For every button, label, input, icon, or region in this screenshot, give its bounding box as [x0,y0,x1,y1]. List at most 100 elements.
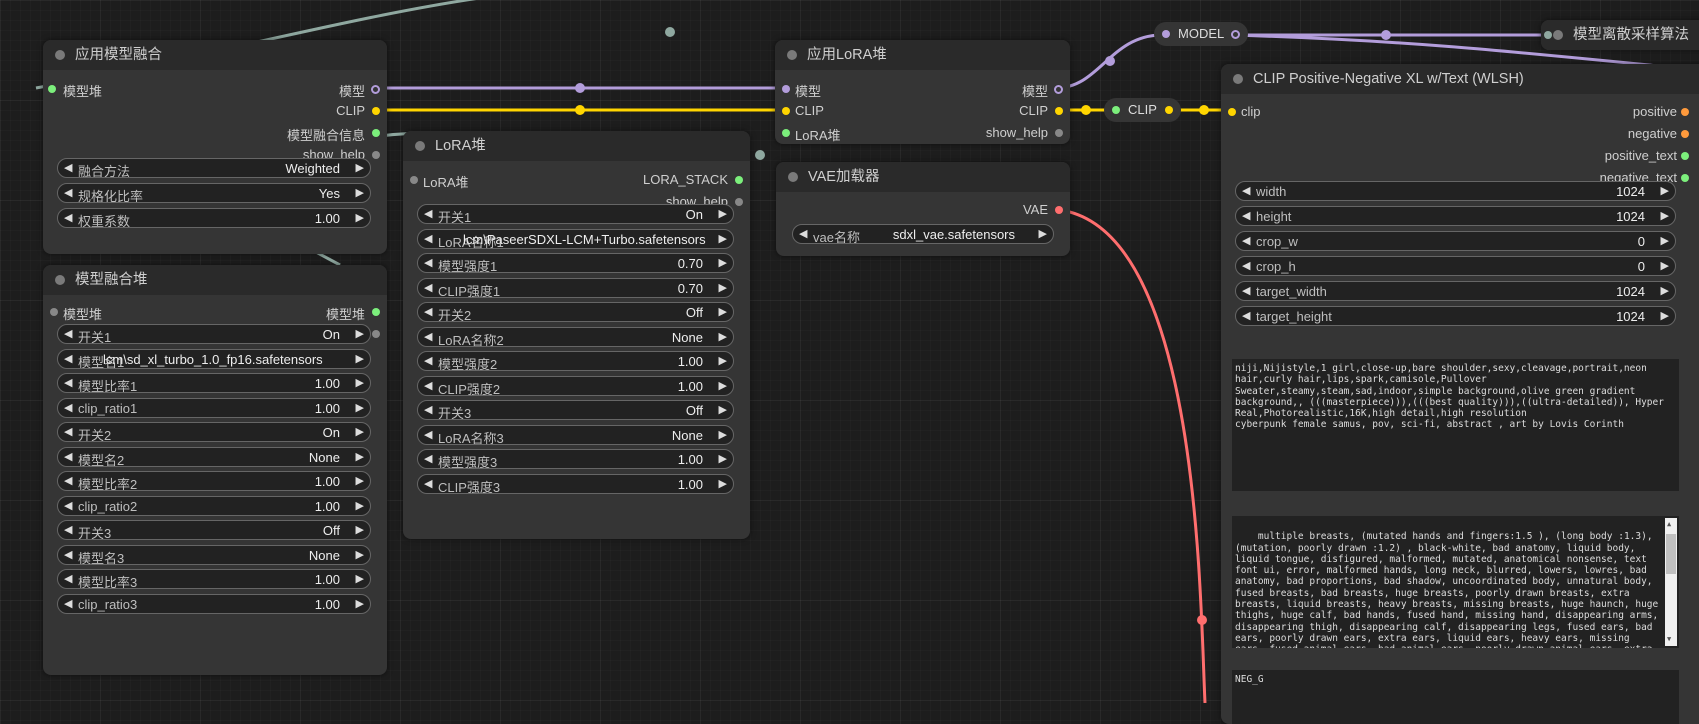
input-slot-clip[interactable] [1228,108,1236,116]
node-title-bar[interactable]: 应用模型融合 [43,40,387,70]
right-arrow-icon[interactable]: ▶ [356,425,364,438]
widget-row[interactable]: ◀ target_height 1024 ▶ [1235,306,1676,326]
widget-row[interactable]: ◀ crop_w 0 ▶ [1235,231,1676,251]
right-arrow-icon[interactable]: ▶ [719,330,727,343]
widget-row[interactable]: ◀ height 1024 ▶ [1235,206,1676,226]
node-vae-loader[interactable]: VAE加载器 VAE ◀ vae名称 sdxl_vae.safetensors … [776,162,1070,256]
output-slot-show-help[interactable] [372,330,380,338]
left-arrow-icon[interactable]: ◀ [1242,184,1250,197]
right-arrow-icon[interactable]: ▶ [719,354,727,367]
output-slot-show-help[interactable] [735,198,743,206]
right-arrow-icon[interactable]: ▶ [719,452,727,465]
right-arrow-icon[interactable]: ▶ [356,523,364,536]
widget-row[interactable]: ◀ 模型强度1 0.70 ▶ [417,253,734,273]
left-arrow-icon[interactable]: ◀ [64,523,72,536]
input-slot-lora-stack[interactable] [410,176,418,184]
reroute-output-slot[interactable] [1164,106,1173,114]
right-arrow-icon[interactable]: ▶ [356,352,364,365]
collapse-dot-icon[interactable] [55,275,65,285]
left-arrow-icon[interactable]: ◀ [64,450,72,463]
left-arrow-icon[interactable]: ◀ [424,354,432,367]
right-arrow-icon[interactable]: ▶ [1661,259,1669,272]
node-clip-pos-neg[interactable]: CLIP Positive-Negative XL w/Text (WLSH) … [1221,64,1699,724]
input-slot-model[interactable] [782,85,790,93]
right-arrow-icon[interactable]: ▶ [1661,209,1669,222]
right-arrow-icon[interactable]: ▶ [356,186,364,199]
widget-row[interactable]: ◀ CLIP强度1 0.70 ▶ [417,277,734,298]
reroute-output-slot[interactable] [1231,30,1241,39]
node-title-bar[interactable]: 模型离散采样算法 [1541,20,1699,50]
left-arrow-icon[interactable]: ◀ [424,330,432,343]
node-title-bar[interactable]: LoRA堆 [403,131,750,161]
scrollbar-thumb[interactable] [1666,534,1676,574]
left-arrow-icon[interactable]: ◀ [424,403,432,416]
left-arrow-icon[interactable]: ◀ [1242,234,1250,247]
node-sampler[interactable]: 模型离散采样算法 [1541,20,1699,50]
left-arrow-icon[interactable]: ◀ [424,232,432,245]
left-arrow-icon[interactable]: ◀ [799,227,807,240]
collapse-dot-icon[interactable] [1233,74,1243,84]
input-slot-clip[interactable] [782,107,790,115]
right-arrow-icon[interactable]: ▶ [356,572,364,585]
right-arrow-icon[interactable]: ▶ [719,305,727,318]
node-title-bar[interactable]: VAE加载器 [776,162,1070,192]
right-arrow-icon[interactable]: ▶ [719,281,727,294]
reroute-model[interactable]: MODEL [1154,22,1249,46]
reroute-input-slot[interactable] [1112,106,1120,114]
left-arrow-icon[interactable]: ◀ [424,256,432,269]
widget-row[interactable]: ◀ LoRA名称1 lcm\PaseerSDXL-LCM+Turbo.safeten… [417,228,734,249]
widget-row[interactable]: ◀ 模型比率2 1.00 ▶ [57,471,371,491]
left-arrow-icon[interactable]: ◀ [424,281,432,294]
input-slot-model-stack[interactable] [48,85,56,93]
left-arrow-icon[interactable]: ◀ [64,352,72,365]
combo-normalize-ratio[interactable]: ◀ 规格化比率 Yes ▶ [57,183,371,203]
left-arrow-icon[interactable]: ◀ [1242,284,1250,297]
collapse-dot-icon[interactable] [788,172,798,182]
right-arrow-icon[interactable]: ▶ [356,161,364,174]
left-arrow-icon[interactable]: ◀ [1242,309,1250,322]
left-arrow-icon[interactable]: ◀ [64,186,72,199]
widget-row[interactable]: ◀ 模型比率1 1.00 ▶ [57,373,371,393]
output-slot-negative[interactable] [1681,130,1689,138]
widget-row[interactable]: ◀ CLIP强度2 1.00 ▶ [417,375,734,396]
right-arrow-icon[interactable]: ▶ [719,232,727,245]
widget-row[interactable]: ◀ 开关2 On ▶ [57,422,371,442]
left-arrow-icon[interactable]: ◀ [64,425,72,438]
widget-row[interactable]: ◀ 开关3 Off ▶ [417,400,734,420]
widget-row[interactable]: ◀ width 1024 ▶ [1235,181,1676,201]
left-arrow-icon[interactable]: ◀ [64,401,72,414]
node-lora-stack[interactable]: LoRA堆 LoRA堆 LORA_STACK show_help ◀ 开关1 On ▶… [403,131,750,539]
right-arrow-icon[interactable]: ▶ [1661,284,1669,297]
output-slot-clip[interactable] [1055,107,1063,115]
combo-vae-name[interactable]: ◀ vae名称 sdxl_vae.safetensors ▶ [792,224,1054,244]
node-apply-model-merge[interactable]: 应用模型融合 模型堆 模型 CLIP 模型融合信息 show_help ◀ 融合… [43,40,387,254]
number-weight-factor[interactable]: ◀ 权重系数 1.00 ▶ [57,208,371,228]
widget-row[interactable]: ◀ target_width 1024 ▶ [1235,281,1676,301]
input-slot-lora-stack[interactable] [782,129,790,137]
left-arrow-icon[interactable]: ◀ [64,376,72,389]
input-slot-model-stack[interactable] [50,308,58,316]
left-arrow-icon[interactable]: ◀ [64,474,72,487]
left-arrow-icon[interactable]: ◀ [64,572,72,585]
right-arrow-icon[interactable]: ▶ [1661,309,1669,322]
left-arrow-icon[interactable]: ◀ [424,452,432,465]
right-arrow-icon[interactable]: ▶ [356,401,364,414]
right-arrow-icon[interactable]: ▶ [356,450,364,463]
left-arrow-icon[interactable]: ◀ [64,597,72,610]
right-arrow-icon[interactable]: ▶ [356,597,364,610]
left-arrow-icon[interactable]: ◀ [64,161,72,174]
widget-row[interactable]: ◀ 模型比率3 1.00 ▶ [57,569,371,589]
right-arrow-icon[interactable]: ▶ [356,327,364,340]
right-arrow-icon[interactable]: ▶ [1661,234,1669,247]
output-slot-lora-stack[interactable] [735,176,743,184]
node-title-bar[interactable]: 应用LoRA堆 [775,40,1070,70]
left-arrow-icon[interactable]: ◀ [424,207,432,220]
output-slot-positive[interactable] [1681,108,1689,116]
output-slot-show-help[interactable] [372,151,380,159]
neg-g-textarea[interactable]: NEG_G [1232,670,1679,724]
widget-row[interactable]: ◀ crop_h 0 ▶ [1235,256,1676,276]
collapse-dot-icon[interactable] [55,50,65,60]
left-arrow-icon[interactable]: ◀ [1242,209,1250,222]
node-apply-lora-stack[interactable]: 应用LoRA堆 模型 模型 CLIP CLIP LoRA堆 show_help [775,40,1070,144]
widget-row[interactable]: ◀ 模型强度3 1.00 ▶ [417,449,734,469]
